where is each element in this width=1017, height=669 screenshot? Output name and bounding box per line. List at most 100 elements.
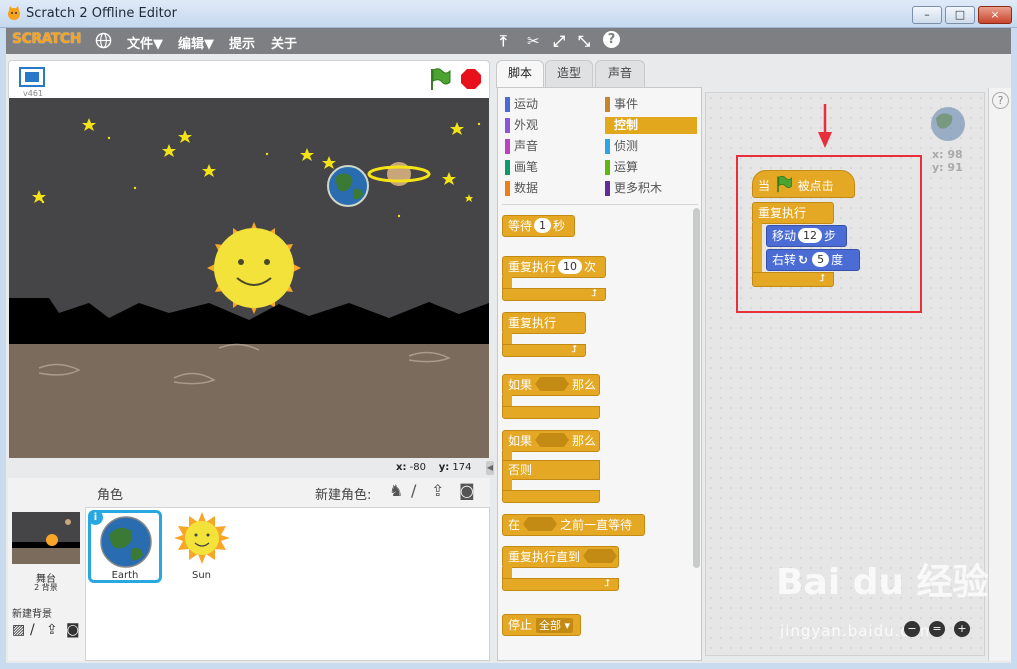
block-wait[interactable]: 等待 1 秒 (502, 215, 575, 237)
grow-icon[interactable]: ⤢ (553, 32, 565, 50)
loop-arrow-icon: ⮥ (571, 344, 577, 355)
help-icon[interactable]: ? (992, 92, 1009, 109)
block-if[interactable]: 如果 那么 (502, 374, 600, 396)
new-backdrop-label: 新建背景 (12, 609, 52, 620)
category-color-bar (605, 139, 610, 154)
stage-thumbnail[interactable] (12, 512, 80, 564)
category-data[interactable]: 数据 (505, 180, 597, 197)
category-events[interactable]: 事件 (605, 96, 697, 113)
minimize-button[interactable]: – (912, 6, 942, 24)
stop-sign-icon[interactable] (460, 68, 482, 90)
category-operators[interactable]: 运算 (605, 159, 697, 176)
category-color-bar (605, 97, 610, 112)
zoom-reset-icon[interactable]: = (929, 621, 945, 637)
menu-about[interactable]: 关于 (271, 33, 297, 52)
block-text: 之前一直等待 (560, 518, 633, 532)
shrink-icon[interactable]: ⤡ (578, 32, 590, 50)
block-stop[interactable]: 停止 全部 ▾ (502, 614, 581, 636)
category-label: 侦测 (614, 139, 639, 153)
backdrop-camera-icon[interactable]: ◙ (66, 622, 80, 638)
category-color-bar (505, 181, 510, 196)
earth-sprite-on-stage[interactable] (327, 165, 369, 207)
boolean-slot[interactable] (535, 377, 570, 391)
collapse-stage-handle[interactable]: ◀ (486, 461, 494, 475)
sprite-library-icon[interactable]: ♞ (389, 481, 403, 500)
green-flag-icon[interactable] (429, 67, 451, 91)
presentation-mode-icon[interactable] (19, 67, 45, 87)
block-c-bottom (502, 490, 600, 503)
block-c-bottom: ⮥ (502, 344, 586, 357)
block-text: 在 (508, 518, 521, 532)
block-text: 如果 (508, 378, 533, 392)
sun-thumbnail (174, 512, 230, 564)
window-title: Scratch 2 Offline Editor (26, 6, 177, 21)
globe-icon[interactable] (95, 32, 112, 49)
backdrop-upload-icon[interactable]: ⇪ (46, 622, 58, 638)
duplicate-icon[interactable]: ⤒ (500, 32, 507, 50)
block-text: 次 (584, 260, 597, 274)
block-wait-until[interactable]: 在 之前一直等待 (502, 514, 645, 536)
sprite-tile-earth[interactable]: i Earth (88, 510, 162, 583)
backdrop-paint-icon[interactable]: / (30, 622, 35, 638)
category-motion[interactable]: 运动 (505, 96, 597, 113)
version-label: v461 (23, 89, 44, 98)
scratch-logo[interactable]: SCRATCH (12, 31, 81, 47)
sprite-y-label: y: (932, 161, 944, 174)
menu-tips[interactable]: 提示 (229, 33, 255, 52)
category-label: 控制 (614, 118, 639, 132)
category-color-bar (505, 160, 510, 175)
mouse-x-label: x: (396, 462, 407, 473)
block-c-bottom: ⮥ (502, 288, 606, 301)
zoom-out-icon[interactable]: − (904, 621, 920, 637)
category-more-blocks[interactable]: 更多积木 (605, 180, 697, 197)
palette-scrollbar[interactable] (693, 208, 700, 568)
sprites-header: 角色 新建角色: ♞ / ⇪ ◙ (85, 478, 490, 508)
sprite-corner-thumbnail (931, 107, 965, 141)
sprite-info-icon[interactable]: i (88, 510, 103, 525)
sprite-tile-sun[interactable]: Sun (166, 510, 237, 583)
category-color-bar (505, 118, 510, 133)
restore-button[interactable]: □ (945, 6, 975, 24)
category-color-bar (605, 160, 610, 175)
block-if-else[interactable]: 如果 那么 (502, 430, 600, 452)
category-pen[interactable]: 画笔 (505, 159, 597, 176)
boolean-slot[interactable] (535, 433, 570, 447)
block-repeat-until[interactable]: 重复执行直到 (502, 546, 619, 568)
block-else: 否则 (502, 460, 600, 480)
category-label: 运算 (614, 160, 639, 174)
boolean-slot[interactable] (583, 549, 618, 563)
stop-dropdown[interactable]: 全部 ▾ (536, 618, 574, 633)
category-sensing[interactable]: 侦测 (605, 138, 697, 155)
block-input[interactable]: 1 (534, 218, 552, 233)
zoom-in-icon[interactable]: + (954, 621, 970, 637)
block-text: 停止 (508, 618, 533, 632)
category-sound[interactable]: 声音 (505, 138, 597, 155)
red-arrow-icon (818, 104, 832, 148)
tab-costumes[interactable]: 造型 (545, 60, 593, 87)
tab-sounds[interactable]: 声音 (595, 60, 645, 87)
block-repeat[interactable]: 重复执行 10 次 (502, 256, 606, 278)
menu-file[interactable]: 文件▼ (127, 33, 163, 52)
block-text: 否则 (508, 463, 533, 477)
cut-icon[interactable]: ✂ (527, 32, 540, 50)
category-looks[interactable]: 外观 (505, 117, 597, 134)
sprite-name: Earth (111, 570, 139, 581)
highlight-box (736, 155, 922, 313)
paint-sprite-icon[interactable]: / (411, 481, 416, 500)
menu-edit[interactable]: 编辑▼ (178, 33, 214, 52)
upload-sprite-icon[interactable]: ⇪ (431, 481, 444, 500)
camera-sprite-icon[interactable]: ◙ (459, 481, 475, 500)
category-label: 更多积木 (614, 181, 663, 195)
help-icon[interactable]: ? (603, 31, 620, 48)
menu-bar: SCRATCH 文件▼ 编辑▼ 提示 关于 ⤒ ✂ ⤢ ⤡ ? (6, 28, 1011, 54)
block-forever[interactable]: 重复执行 (502, 312, 586, 334)
boolean-slot[interactable] (523, 517, 558, 531)
category-label: 数据 (514, 181, 539, 195)
mouse-x-value: -80 (409, 462, 426, 473)
block-input[interactable]: 10 (558, 259, 583, 274)
backdrop-library-icon[interactable]: ▨ (12, 622, 25, 638)
close-button[interactable]: × (978, 6, 1012, 24)
stage[interactable] (9, 98, 489, 458)
tab-scripts[interactable]: 脚本 (496, 60, 544, 88)
category-control[interactable]: 控制 (605, 117, 697, 134)
